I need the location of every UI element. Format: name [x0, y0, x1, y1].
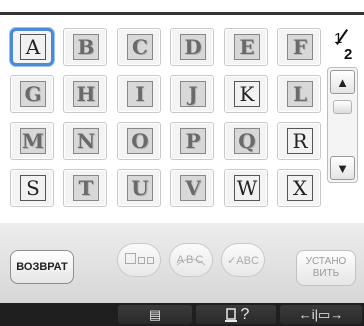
- back-button[interactable]: ВОЗВРАТ: [10, 250, 74, 284]
- character-glyph: C: [127, 34, 153, 60]
- character-tile[interactable]: I: [117, 75, 161, 113]
- status-bar: ▤ ? ←i|▭→: [0, 303, 364, 326]
- triangle-up-icon: ▲: [336, 74, 349, 90]
- check-text-button[interactable]: ✓ABC: [221, 243, 265, 277]
- top-divider: [0, 12, 364, 15]
- character-tile[interactable]: Q: [224, 122, 268, 160]
- character-glyph: H: [73, 81, 99, 107]
- character-tile[interactable]: S: [10, 169, 54, 207]
- page-indicator: 1 2: [328, 29, 358, 64]
- character-glyph: R: [287, 128, 313, 154]
- character-glyph: S: [20, 175, 46, 201]
- character-tile[interactable]: D: [170, 28, 214, 66]
- document-list-icon: ▤: [148, 306, 162, 322]
- character-tile[interactable]: C: [117, 28, 161, 66]
- character-tile[interactable]: V: [170, 169, 214, 207]
- character-tile[interactable]: N: [63, 122, 107, 160]
- page-total: 2: [344, 46, 353, 63]
- arc-text-button[interactable]: ABC: [169, 243, 213, 277]
- character-glyph: L: [287, 81, 313, 107]
- character-glyph: E: [234, 34, 260, 60]
- layout-button[interactable]: [117, 243, 161, 277]
- character-tile[interactable]: M: [10, 122, 54, 160]
- move-button[interactable]: ←i|▭→: [280, 305, 362, 324]
- set-button[interactable]: УСТАНО ВИТЬ: [296, 250, 356, 286]
- character-tile[interactable]: T: [63, 169, 107, 207]
- bottom-panel: ВОЗВРАТ ABC ✓ABC УСТАНО ВИТЬ: [0, 223, 364, 303]
- set-button-label-1: УСТАНО: [305, 256, 347, 267]
- check-text-label: ✓ABC: [227, 254, 259, 267]
- character-tile[interactable]: O: [117, 122, 161, 160]
- character-tile[interactable]: J: [170, 75, 214, 113]
- character-tile[interactable]: A: [10, 28, 54, 66]
- help-button[interactable]: ?: [196, 305, 276, 324]
- scroll-thumb[interactable]: [333, 100, 352, 114]
- character-tile[interactable]: R: [277, 122, 321, 160]
- character-tile[interactable]: F: [277, 28, 321, 66]
- character-glyph: A: [20, 34, 46, 60]
- character-glyph: I: [127, 81, 153, 107]
- set-button-label-2: ВИТЬ: [312, 268, 340, 279]
- character-tile[interactable]: P: [170, 122, 214, 160]
- character-glyph: O: [127, 128, 153, 154]
- character-glyph: F: [287, 34, 313, 60]
- layout-boxes-icon: [124, 253, 155, 267]
- character-tile[interactable]: L: [277, 75, 321, 113]
- scroll-up-button[interactable]: ▲: [330, 70, 355, 94]
- character-tile[interactable]: X: [277, 169, 321, 207]
- character-tile[interactable]: W: [224, 169, 268, 207]
- triangle-down-icon: ▼: [336, 160, 349, 176]
- character-glyph: N: [73, 128, 99, 154]
- character-glyph: K: [234, 81, 260, 107]
- back-button-label: ВОЗВРАТ: [16, 261, 68, 273]
- character-tile[interactable]: U: [117, 169, 161, 207]
- character-glyph: X: [287, 175, 313, 201]
- character-tile[interactable]: B: [63, 28, 107, 66]
- scrollbar[interactable]: ▲ ▼: [327, 67, 358, 183]
- character-glyph: D: [180, 34, 206, 60]
- character-tile[interactable]: G: [10, 75, 54, 113]
- character-tile[interactable]: E: [224, 28, 268, 66]
- character-glyph: J: [180, 81, 206, 107]
- help-label: ?: [240, 305, 250, 323]
- character-glyph: W: [234, 175, 260, 201]
- character-glyph: U: [127, 175, 153, 201]
- character-tile[interactable]: H: [63, 75, 107, 113]
- character-glyph: Q: [234, 128, 260, 154]
- move-label: ←i|▭→: [298, 306, 344, 322]
- character-glyph: M: [20, 128, 46, 154]
- character-glyph: G: [20, 81, 46, 107]
- arc-text-label: ABC: [176, 254, 206, 266]
- character-glyph: T: [73, 175, 99, 201]
- character-glyph: P: [180, 128, 206, 154]
- document-list-button[interactable]: ▤: [118, 305, 192, 324]
- spool-icon: [224, 307, 237, 322]
- character-glyph: V: [180, 175, 206, 201]
- character-tile[interactable]: K: [224, 75, 268, 113]
- character-glyph: B: [73, 34, 99, 60]
- scroll-down-button[interactable]: ▼: [330, 156, 355, 180]
